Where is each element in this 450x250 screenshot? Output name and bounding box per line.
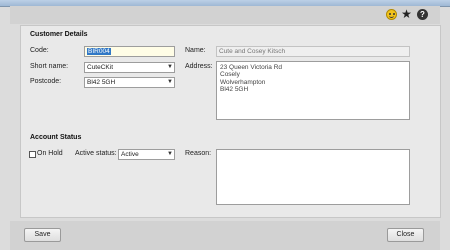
active-status-select[interactable]: Active ▼ [118,149,175,160]
on-hold-checkbox[interactable] [29,151,36,158]
active-status-label: Active status: [75,150,117,157]
short-name-label: Short name: [30,63,69,70]
customer-details-heading: Customer Details [30,31,88,38]
account-status-heading: Account Status [30,134,82,141]
reason-label: Reason: [185,150,212,157]
reason-textarea[interactable] [216,149,410,205]
help-icon[interactable]: ? [417,9,428,20]
address-label: Address: [185,63,213,70]
code-field[interactable]: BIR004 [84,46,175,57]
customer-window: ★ ? Customer Details Code: BIR004 Short … [0,0,450,250]
short-name-value: CuteCKit [87,64,114,71]
postcode-value: Bl42 5GH [87,79,116,86]
chevron-down-icon: ▼ [167,64,173,70]
close-button[interactable]: Close [387,228,424,242]
postcode-label: Postcode: [30,78,62,85]
name-label: Name: [185,47,206,54]
code-value: BIR004 [87,48,111,55]
address-line: Bl42 5GH [220,86,249,94]
chevron-down-icon: ▼ [167,151,173,157]
code-label: Code: [30,47,49,54]
name-field: Cute and Cosey Kitsch [216,46,410,57]
address-line: Wolverhampton [220,78,266,86]
short-name-select[interactable]: CuteCKit ▼ [84,62,175,73]
top-toolbar [10,6,440,24]
address-textarea[interactable]: 23 Queen Victoria Rd Cosely Wolverhampto… [216,61,410,120]
chevron-down-icon: ▼ [167,79,173,85]
star-icon[interactable]: ★ [401,8,412,20]
smiley-icon[interactable] [386,9,397,20]
on-hold-label: On Hold [37,150,63,157]
address-line: Cosely [220,71,240,79]
footer-bar [10,221,440,250]
save-button[interactable]: Save [24,228,61,242]
postcode-select[interactable]: Bl42 5GH ▼ [84,77,175,88]
active-status-value: Active [121,151,139,158]
address-line: 23 Queen Victoria Rd [220,64,283,71]
